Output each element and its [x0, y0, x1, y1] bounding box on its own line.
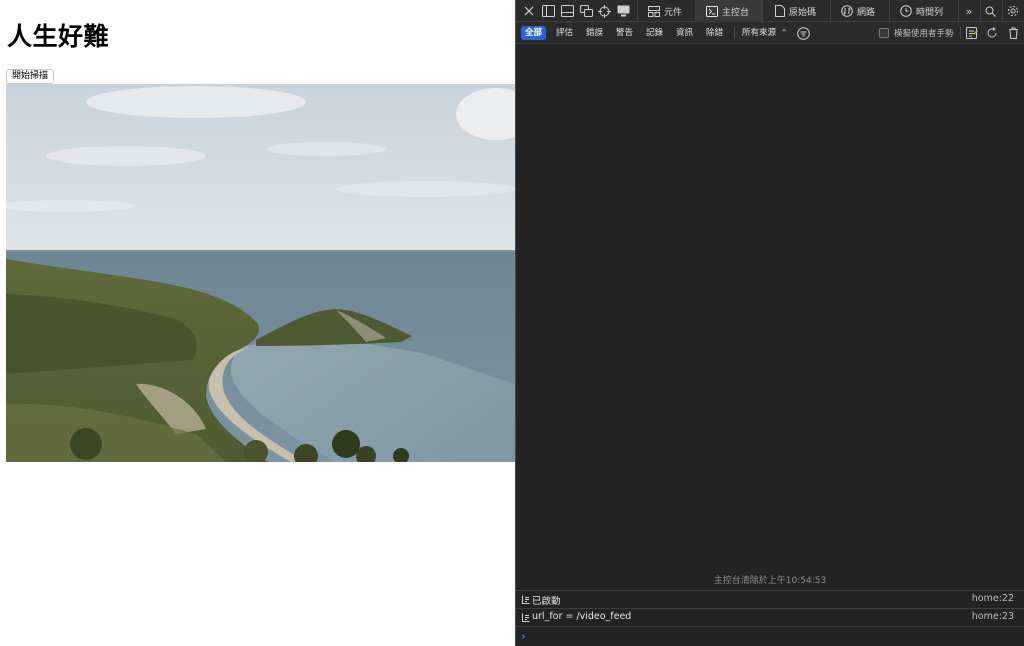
sources-select[interactable]: 所有來源 ⌃ — [742, 26, 787, 40]
devtools-panel: 元件 主控台 原始碼 網路 時間列 » 全部 評估 錯誤 警告 記錄 資訊 除錯… — [515, 0, 1024, 646]
filter-debug[interactable]: 除錯 — [702, 26, 727, 40]
tab-elements[interactable]: 元件 — [638, 0, 695, 22]
tab-sources-label: 原始碼 — [789, 7, 817, 18]
log-message-text: url_for = /video_feed — [532, 611, 632, 622]
tab-console[interactable]: 主控台 — [696, 0, 762, 22]
log-message-row[interactable]: url_for = /video_feed home:23 — [516, 608, 1024, 625]
tab-timelines[interactable]: 時間列 — [890, 0, 958, 22]
sources-select-label: 所有來源 — [742, 28, 777, 38]
prompt-chevron-icon: › — [521, 630, 526, 643]
network-icon — [841, 5, 853, 17]
detach-window-icon[interactable] — [578, 3, 594, 19]
console-icon — [706, 5, 718, 17]
reload-icon[interactable] — [984, 25, 1000, 41]
emulate-user-gesture-checkbox[interactable] — [879, 28, 889, 38]
log-source-link[interactable]: home:23 — [972, 611, 1014, 622]
inspect-crosshair-icon[interactable] — [596, 3, 612, 19]
search-icon[interactable] — [982, 3, 998, 19]
tab-network[interactable]: 網路 — [831, 0, 889, 22]
tab-network-label: 網路 — [857, 7, 876, 18]
log-message-row[interactable]: 已啟動 home:22 — [516, 590, 1024, 607]
filter-warnings[interactable]: 警告 — [612, 26, 637, 40]
sources-icon — [775, 5, 785, 17]
close-icon[interactable] — [521, 3, 537, 19]
console-prompt-input[interactable]: › — [516, 626, 1024, 646]
emulate-user-gesture-label: 模擬使用者手勢 — [894, 29, 954, 39]
elements-icon — [648, 5, 660, 17]
log-source-link[interactable]: home:22 — [972, 593, 1014, 604]
web-page: 人生好難 開始掃描 — [0, 0, 515, 646]
device-icon[interactable] — [615, 3, 631, 19]
filter-options-icon[interactable] — [795, 25, 811, 41]
more-tabs-chevron-icon[interactable]: » — [959, 3, 979, 19]
tab-console-label: 主控台 — [722, 7, 750, 18]
log-message-text: 已啟動 — [532, 596, 561, 607]
dock-left-icon[interactable] — [540, 3, 556, 19]
timelines-icon — [900, 5, 912, 17]
emulate-user-gesture-toggle[interactable]: 模擬使用者手勢 — [879, 27, 954, 39]
log-entry-icon — [521, 594, 530, 604]
console-filter-bar: 全部 評估 錯誤 警告 記錄 資訊 除錯 所有來源 ⌃ 模擬使用者手勢 — [516, 22, 1024, 44]
settings-gear-icon[interactable] — [1005, 3, 1021, 19]
filter-all[interactable]: 全部 — [521, 26, 547, 40]
clear-console-trash-icon[interactable] — [1005, 25, 1021, 41]
tab-timelines-label: 時間列 — [916, 7, 944, 18]
filter-logs[interactable]: 記錄 — [642, 26, 667, 40]
filter-evaluations[interactable]: 評估 — [552, 26, 577, 40]
log-entry-icon — [521, 612, 530, 622]
devtools-tab-bar: 元件 主控台 原始碼 網路 時間列 » — [516, 0, 1024, 22]
landscape-photo — [6, 84, 515, 462]
preserve-log-icon[interactable] — [964, 25, 980, 41]
console-cleared-message: 主控台清除於上午10:54:53 — [713, 576, 827, 586]
filter-info[interactable]: 資訊 — [672, 26, 697, 40]
tab-sources[interactable]: 原始碼 — [763, 0, 830, 22]
filter-errors[interactable]: 錯誤 — [582, 26, 607, 40]
start-scan-button[interactable]: 開始掃描 — [6, 69, 55, 84]
dock-bottom-icon[interactable] — [559, 3, 575, 19]
tab-elements-label: 元件 — [664, 7, 683, 18]
up-down-chevron-icon: ⌃ — [780, 28, 788, 37]
page-title: 人生好難 — [7, 22, 110, 51]
